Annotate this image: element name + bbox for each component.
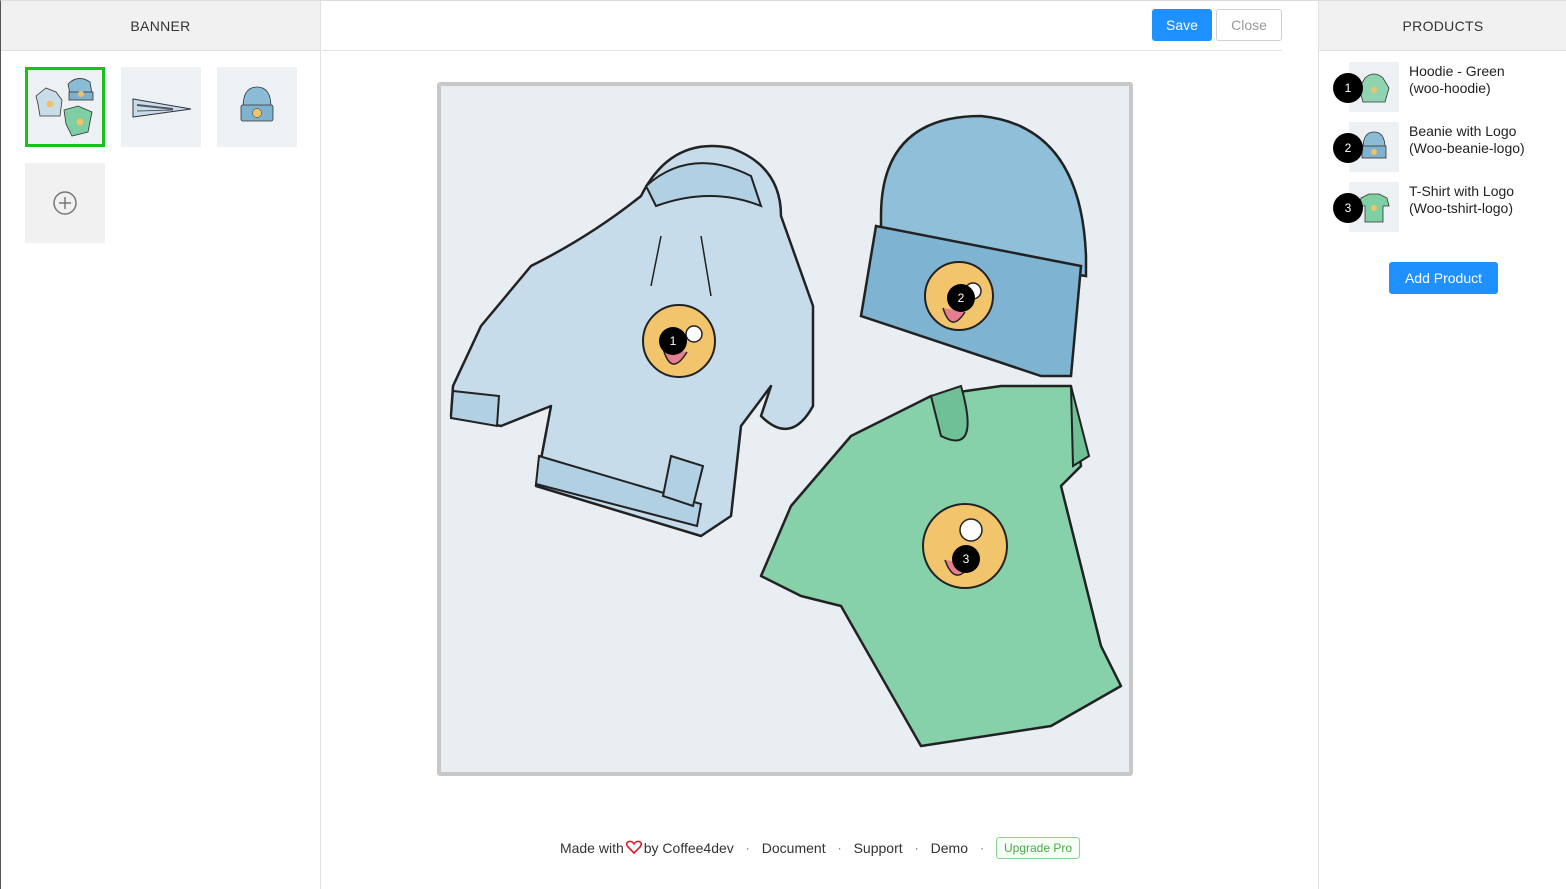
footer-made-with: Made with: [559, 840, 624, 856]
banner-image: [441, 86, 1129, 772]
product-name: Hoodie - Green: [1409, 63, 1505, 79]
heart-icon: [625, 840, 642, 857]
plus-circle-icon: [53, 191, 77, 215]
separator-dot: ·: [980, 841, 984, 855]
products-sidebar: PRODUCTS 1 Hoodie - Green (woo-hoodie) 2…: [1318, 1, 1566, 889]
hotspot-marker[interactable]: 3: [952, 545, 980, 573]
add-product-button[interactable]: Add Product: [1389, 262, 1498, 294]
pennant-thumbnail-image: [123, 69, 199, 145]
product-label: T-Shirt with Logo (Woo-tshirt-logo): [1409, 183, 1514, 217]
banner-canvas[interactable]: 1 2 3: [437, 82, 1133, 776]
product-item-hoodie[interactable]: 1 Hoodie - Green (woo-hoodie): [1333, 62, 1563, 112]
product-item-tshirt[interactable]: 3 T-Shirt with Logo (Woo-tshirt-logo): [1333, 182, 1563, 232]
banner-thumb-beanie[interactable]: [217, 67, 297, 147]
add-banner-button[interactable]: [25, 163, 105, 243]
banner-thumb-clothing-set[interactable]: [25, 67, 105, 147]
separator-dot: ·: [914, 841, 919, 855]
footer-link-support[interactable]: Support: [854, 840, 903, 856]
product-number: 2: [1333, 133, 1363, 163]
footer-link-document[interactable]: Document: [762, 840, 826, 856]
app-window: BANNER Save Close 1 2 3 Made with by Cof…: [0, 0, 1566, 889]
products-header: PRODUCTS: [1319, 1, 1566, 51]
product-number: 3: [1333, 193, 1363, 223]
editor-area: Save Close 1 2 3 Made with by Coffee4dev…: [322, 1, 1318, 889]
product-sku: (woo-hoodie): [1409, 80, 1491, 96]
clothing-thumbnail-image: [28, 70, 102, 144]
product-number: 1: [1333, 73, 1363, 103]
product-name: T-Shirt with Logo: [1409, 183, 1515, 199]
upgrade-pro-button[interactable]: Upgrade Pro: [996, 837, 1081, 859]
separator-dot: ·: [837, 841, 842, 855]
product-sku: (Woo-beanie-logo): [1409, 140, 1525, 156]
hotspot-marker[interactable]: 2: [947, 284, 975, 312]
banner-sidebar: BANNER: [1, 1, 321, 889]
banner-thumb-pennant[interactable]: [121, 67, 201, 147]
footer: Made with by Coffee4dev · Document · Sup…: [322, 837, 1318, 859]
separator-dot: ·: [745, 841, 750, 855]
product-item-beanie[interactable]: 2 Beanie with Logo (Woo-beanie-logo): [1333, 122, 1563, 172]
footer-link-demo[interactable]: Demo: [931, 840, 968, 856]
product-label: Beanie with Logo (Woo-beanie-logo): [1409, 123, 1525, 157]
editor-toolbar: Save Close: [322, 1, 1282, 51]
product-label: Hoodie - Green (woo-hoodie): [1409, 63, 1505, 97]
close-button[interactable]: Close: [1216, 9, 1282, 41]
footer-author: by Coffee4dev: [643, 840, 734, 856]
beanie-thumbnail-image: [219, 69, 295, 145]
hotspot-marker[interactable]: 1: [659, 327, 687, 355]
save-button[interactable]: Save: [1152, 9, 1212, 41]
product-sku: (Woo-tshirt-logo): [1409, 200, 1513, 216]
product-name: Beanie with Logo: [1409, 123, 1517, 139]
banner-header: BANNER: [1, 1, 320, 51]
